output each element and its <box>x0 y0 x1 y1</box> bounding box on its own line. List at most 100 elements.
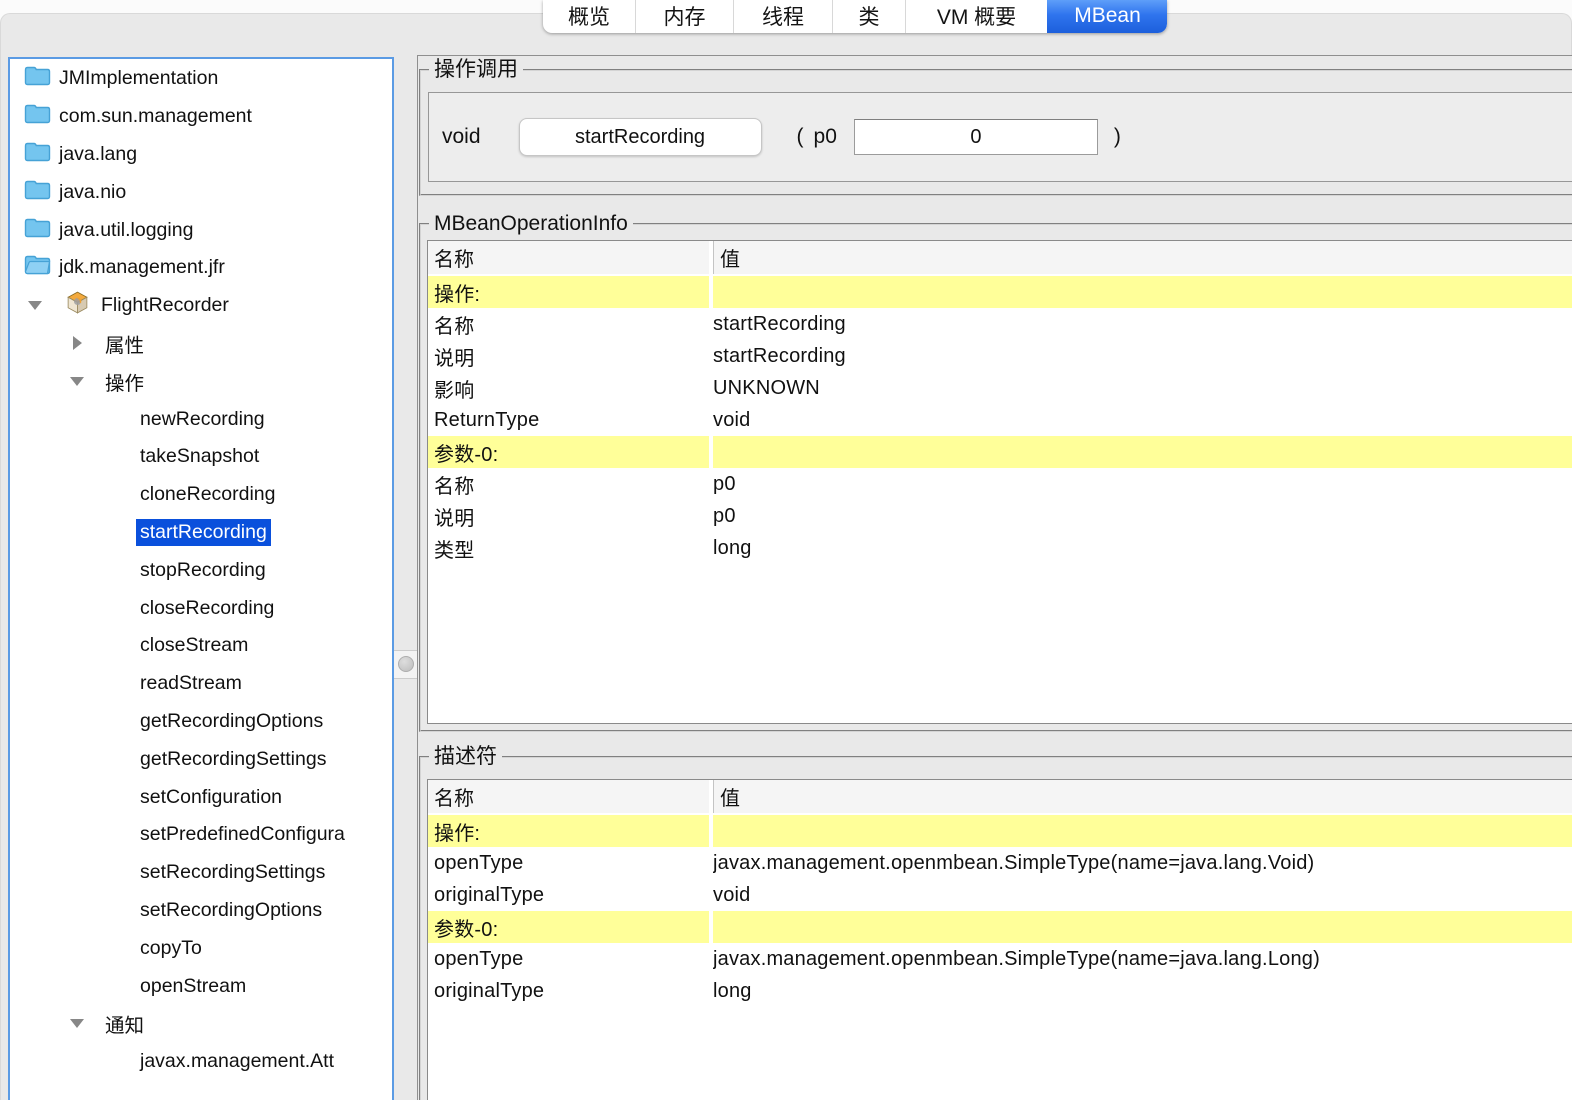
tree-item-label: FlightRecorder <box>97 292 233 319</box>
cell-value: javax.management.openmbean.SimpleType(na… <box>713 943 1572 975</box>
folder-icon <box>24 179 51 200</box>
tree-item-takeSnapshot[interactable]: takeSnapshot <box>10 438 392 476</box>
tree-item-label: openStream <box>136 973 250 1000</box>
arrow-glyph <box>70 1019 84 1028</box>
tree-collapsed-arrow-icon[interactable] <box>70 336 84 350</box>
tree-item-label: setRecordingSettings <box>136 859 329 886</box>
open-folder-icon <box>24 254 51 275</box>
tree-icon-wrap <box>24 179 51 206</box>
tree-item-label: java.nio <box>55 179 130 206</box>
column-header-name[interactable]: 名称 <box>428 241 709 274</box>
tree-item-label: startRecording <box>136 519 271 546</box>
cell-value <box>713 436 1572 468</box>
group-mbean-operation-info: MBeanOperationInfo 名称 值 操作:名称startRecord… <box>419 223 1572 732</box>
folder-icon <box>24 217 51 238</box>
tree-item-newRecording[interactable]: newRecording <box>10 400 392 438</box>
param-value-input[interactable] <box>854 119 1098 155</box>
descriptor-row-参数-0:[interactable]: 参数-0: <box>428 911 1572 943</box>
cell-name: openType <box>428 847 709 879</box>
invoke-panel: void startRecording ( p0 ) <box>428 92 1572 182</box>
cell-name: originalType <box>428 879 709 911</box>
tree-item-label: closeRecording <box>136 595 278 622</box>
splitter-knob-icon[interactable] <box>398 656 414 672</box>
tree-item-java.nio[interactable]: java.nio <box>10 173 392 211</box>
group-operation-invocation: 操作调用 void startRecording ( p0 ) <box>419 69 1572 196</box>
tree-item-label: getRecordingOptions <box>136 708 327 735</box>
operation-info-row-说明[interactable]: 说明startRecording <box>428 340 1572 372</box>
tree-item-getRecordingSettings[interactable]: getRecordingSettings <box>10 740 392 778</box>
cell-value: p0 <box>713 500 1572 532</box>
tree-item-setPredefinedConfigura[interactable]: setPredefinedConfigura <box>10 816 392 854</box>
operation-info-row-ReturnType[interactable]: ReturnTypevoid <box>428 404 1572 436</box>
tree-item-com.sun.management[interactable]: com.sun.management <box>10 98 392 136</box>
tab-overview[interactable]: 概览 <box>543 0 635 33</box>
operation-info-row-说明[interactable]: 说明p0 <box>428 500 1572 532</box>
tree-item-通知[interactable]: 通知 <box>10 1005 392 1043</box>
tree-item-readStream[interactable]: readStream <box>10 665 392 703</box>
tree-item-closeRecording[interactable]: closeRecording <box>10 589 392 627</box>
tree-item-label: cloneRecording <box>136 481 280 508</box>
tree-item-label: 操作 <box>101 365 148 398</box>
invoke-operation-button[interactable]: startRecording <box>519 118 762 156</box>
operation-info-row-影响[interactable]: 影响UNKNOWN <box>428 372 1572 404</box>
open-paren: ( <box>797 125 804 149</box>
tree-item-setRecordingOptions[interactable]: setRecordingOptions <box>10 892 392 930</box>
tree-item-操作[interactable]: 操作 <box>10 362 392 400</box>
tree-item-属性[interactable]: 属性 <box>10 325 392 363</box>
tab-vm-summary[interactable]: VM 概要 <box>905 0 1047 33</box>
cell-name: 参数-0: <box>428 436 709 468</box>
tab-memory[interactable]: 内存 <box>635 0 733 33</box>
tree-item-setRecordingSettings[interactable]: setRecordingSettings <box>10 854 392 892</box>
cell-name: 影响 <box>428 372 709 404</box>
mbean-tree-panel: JMImplementation com.sun.management java… <box>8 57 394 1100</box>
operation-info-row-名称[interactable]: 名称p0 <box>428 468 1572 500</box>
tree-item-setConfiguration[interactable]: setConfiguration <box>10 778 392 816</box>
descriptor-row-originalType[interactable]: originalTypelong <box>428 975 1572 1007</box>
tree-item-stopRecording[interactable]: stopRecording <box>10 551 392 589</box>
operation-info-row-类型[interactable]: 类型long <box>428 532 1572 564</box>
tab-classes[interactable]: 类 <box>832 0 905 33</box>
cell-value <box>713 911 1572 943</box>
tree-item-openStream[interactable]: openStream <box>10 967 392 1005</box>
column-header-value[interactable]: 值 <box>713 780 1572 813</box>
tree-expanded-arrow-icon[interactable] <box>28 301 42 310</box>
mbean-icon <box>65 290 90 315</box>
tree-icon-wrap <box>24 65 51 92</box>
descriptor-row-操作:[interactable]: 操作: <box>428 815 1572 847</box>
return-type-label: void <box>442 125 481 149</box>
operation-info-row-名称[interactable]: 名称startRecording <box>428 308 1572 340</box>
tree-item-cloneRecording[interactable]: cloneRecording <box>10 476 392 514</box>
table-header: 名称 值 <box>428 780 1572 813</box>
tree-item-jdk.management.jfr[interactable]: jdk.management.jfr <box>10 249 392 287</box>
operation-info-row-参数-0:[interactable]: 参数-0: <box>428 436 1572 468</box>
param-name-label: p0 <box>814 125 837 149</box>
tree-item-label: java.util.logging <box>55 217 197 244</box>
cell-value <box>713 276 1572 308</box>
descriptor-row-originalType[interactable]: originalTypevoid <box>428 879 1572 911</box>
group-title: 描述符 <box>429 744 502 770</box>
tree-expanded-arrow-icon[interactable] <box>70 377 84 386</box>
close-paren: ) <box>1114 125 1121 149</box>
tab-threads[interactable]: 线程 <box>733 0 832 33</box>
tree-item-javax.management.Att[interactable]: javax.management.Att <box>10 1043 392 1081</box>
tree-item-java.util.logging[interactable]: java.util.logging <box>10 211 392 249</box>
descriptor-row-openType[interactable]: openTypejavax.management.openmbean.Simpl… <box>428 847 1572 879</box>
cell-name: 名称 <box>428 468 709 500</box>
tab-mbean[interactable]: MBean <box>1047 0 1167 33</box>
tree-item-copyTo[interactable]: copyTo <box>10 929 392 967</box>
tree-expanded-arrow-icon[interactable] <box>70 1019 84 1028</box>
column-header-name[interactable]: 名称 <box>428 780 709 813</box>
mbean-tree: JMImplementation com.sun.management java… <box>10 59 392 1081</box>
tree-item-java.lang[interactable]: java.lang <box>10 136 392 174</box>
tree-item-getRecordingOptions[interactable]: getRecordingOptions <box>10 703 392 741</box>
tree-item-closeStream[interactable]: closeStream <box>10 627 392 665</box>
tree-item-JMImplementation[interactable]: JMImplementation <box>10 60 392 98</box>
cell-value: void <box>713 404 1572 436</box>
descriptor-row-openType[interactable]: openTypejavax.management.openmbean.Simpl… <box>428 943 1572 975</box>
cell-name: 参数-0: <box>428 911 709 943</box>
column-header-value[interactable]: 值 <box>713 241 1572 274</box>
tree-item-FlightRecorder[interactable]: FlightRecorder <box>10 287 392 325</box>
tabbar: 概览内存线程类VM 概要MBean <box>543 0 1167 33</box>
operation-info-row-操作:[interactable]: 操作: <box>428 276 1572 308</box>
tree-item-startRecording[interactable]: startRecording <box>10 514 392 552</box>
